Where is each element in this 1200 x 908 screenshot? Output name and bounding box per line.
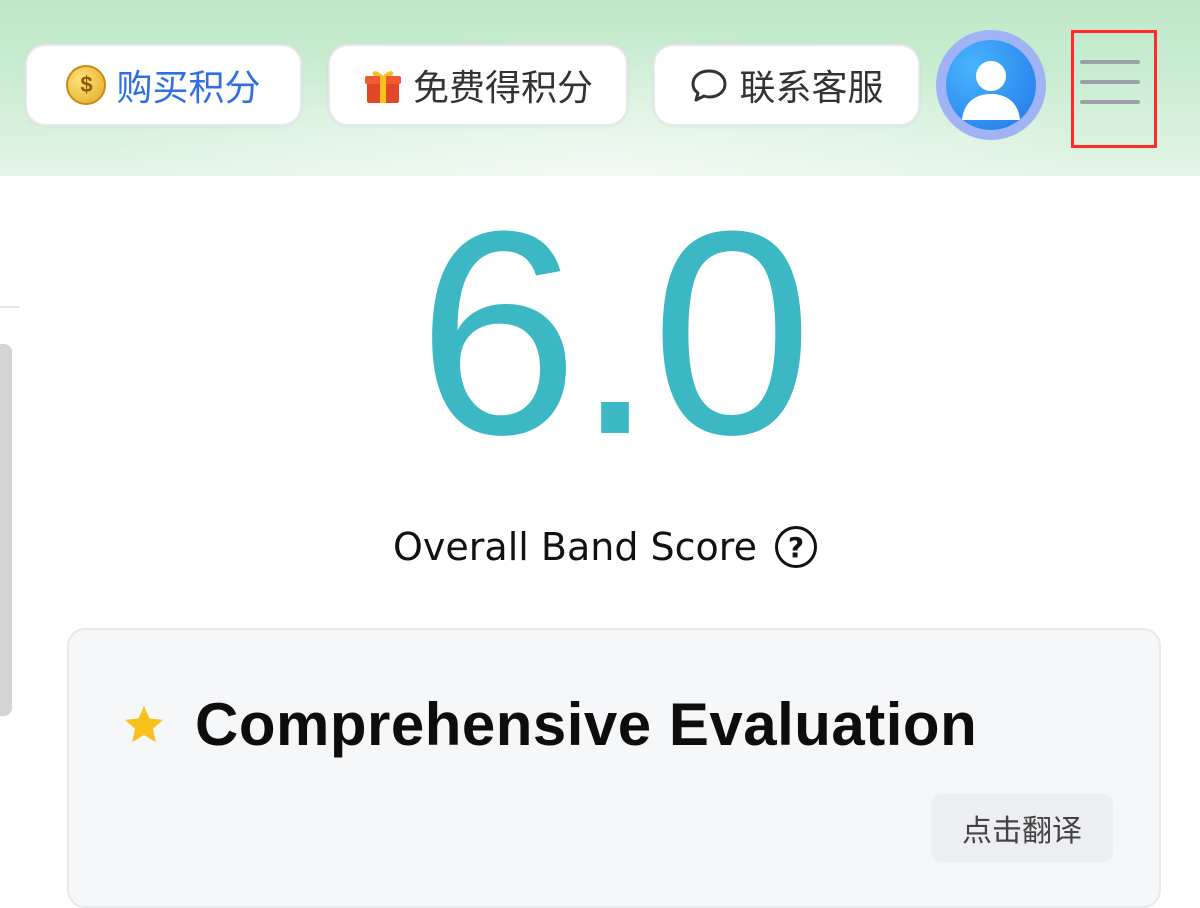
menu-highlight-box (1071, 30, 1157, 148)
help-circle-icon[interactable]: ? (774, 526, 817, 568)
overall-score-value: 6.0 (417, 171, 812, 495)
free-points-button[interactable]: 免费得积分 (328, 44, 628, 126)
band-score-label: Overall Band Score (393, 525, 757, 569)
user-avatar-icon (946, 40, 1036, 130)
translate-button[interactable]: 点击翻译 (931, 794, 1113, 862)
evaluation-card: Comprehensive Evaluation 点击翻译 (67, 628, 1161, 908)
evaluation-title: Comprehensive Evaluation (195, 691, 978, 758)
buy-points-button[interactable]: $ 购买积分 (25, 44, 302, 126)
contact-support-button[interactable]: 联系客服 (653, 44, 920, 126)
buy-points-label: 购买积分 (116, 67, 261, 108)
contact-support-label: 联系客服 (739, 67, 884, 108)
chat-bubble-icon (691, 69, 727, 102)
star-icon (124, 705, 164, 743)
user-avatar[interactable] (936, 30, 1046, 140)
free-points-label: 免费得积分 (412, 67, 593, 108)
coin-icon: $ (66, 65, 107, 105)
band-score-row: Overall Band Score ? (0, 525, 1200, 569)
gift-icon (364, 71, 401, 103)
